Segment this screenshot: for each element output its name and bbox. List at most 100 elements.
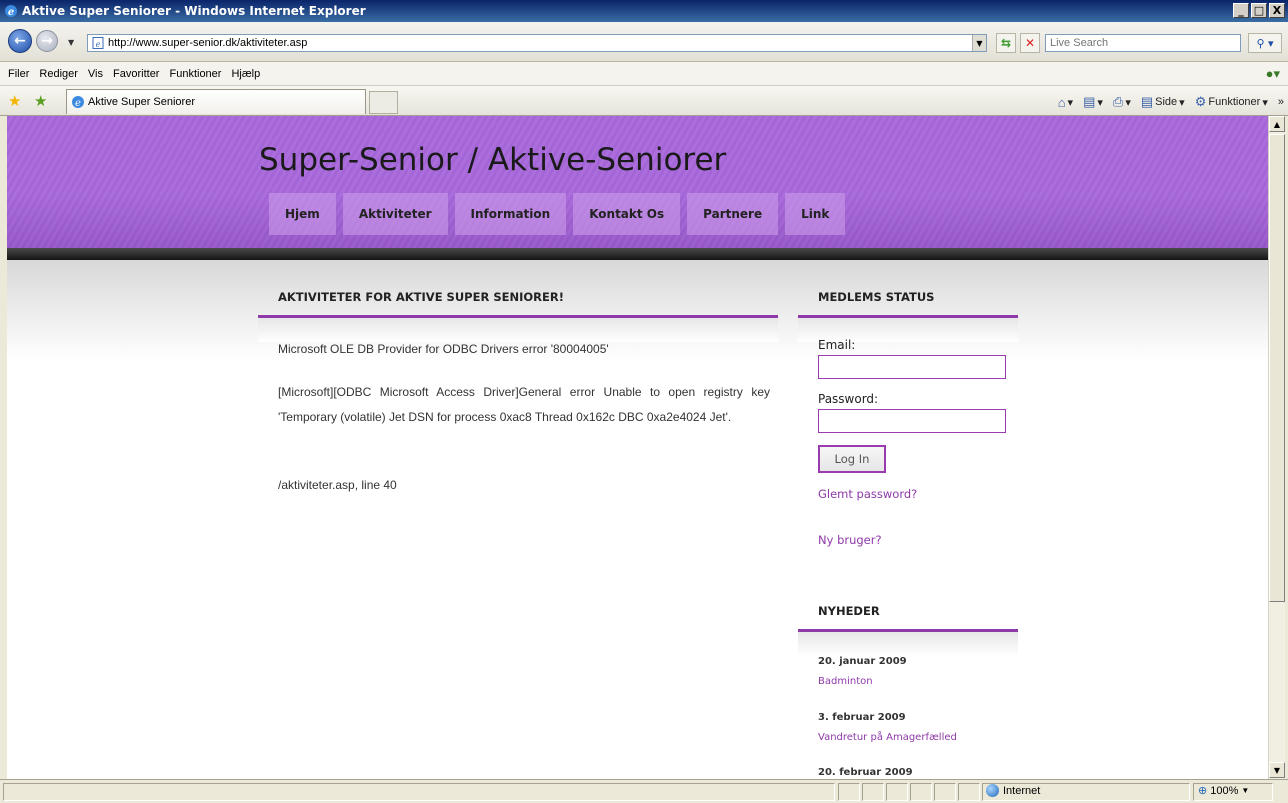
news-heading-fade (798, 632, 1018, 656)
error-detail: [Microsoft][ODBC Microsoft Access Driver… (278, 385, 770, 424)
svg-text:e: e (75, 98, 81, 109)
print-icon: ⎙ (1112, 94, 1124, 109)
recent-pages-dropdown-icon[interactable]: ▼ (68, 38, 74, 47)
member-status-heading: MEDLEMS STATUS (818, 290, 935, 304)
zoom-level: 100% (1210, 784, 1239, 797)
menu-view[interactable]: Vis (83, 68, 108, 80)
feeds-button[interactable]: ▤ ▾ (1083, 94, 1103, 110)
news-date: 20. januar 2009 (818, 656, 907, 667)
news-heading: NYHEDER (818, 604, 880, 618)
menu-edit[interactable]: Rediger (34, 68, 83, 80)
password-label: Password: (818, 392, 879, 406)
address-dropdown-icon[interactable]: ▼ (972, 35, 986, 51)
search-button[interactable]: ⚲ ▾ (1248, 33, 1282, 53)
nav-home[interactable]: Hjem (269, 193, 336, 235)
stop-button[interactable]: ✕ (1020, 33, 1040, 53)
gear-icon: ⚙ (1194, 94, 1207, 109)
zoom-control[interactable]: ⊕ 100% ▼ (1198, 784, 1250, 798)
site-nav: Hjem Aktiviteter Information Kontakt Os … (269, 193, 846, 235)
tab-current[interactable]: e Aktive Super Seniorer (66, 89, 366, 114)
news-title-link[interactable]: Vandretur på Amagerfælled (818, 732, 957, 743)
menu-help[interactable]: Hjælp (226, 68, 265, 80)
email-label: Email: (818, 338, 856, 352)
page-icon: e (92, 37, 104, 49)
windows-live-toolbar-icon[interactable]: ●▾ (1266, 66, 1280, 82)
zoom-dropdown-icon: ▼ (1241, 786, 1250, 795)
menu-favorites[interactable]: Favoritter (108, 68, 164, 80)
globe-icon (986, 784, 999, 797)
page-menu-icon: ▤ (1140, 94, 1154, 109)
add-favorite-icon[interactable]: ★ (34, 92, 47, 110)
ie-icon: e (4, 4, 18, 18)
nav-activities[interactable]: Aktiviteter (342, 193, 448, 235)
error-title: Microsoft OLE DB Provider for ODBC Drive… (278, 342, 609, 356)
status-segment (934, 783, 956, 801)
status-segment (958, 783, 980, 801)
login-button[interactable]: Log In (818, 445, 886, 473)
refresh-button[interactable]: ⇆ (996, 33, 1016, 53)
search-icon: ⚲ ▾ (1256, 36, 1274, 50)
email-field[interactable] (818, 355, 1006, 379)
favorites-center-icon[interactable]: ★ (8, 92, 21, 110)
favorites-bar: ★ ★ e Aktive Super Seniorer ⌂ ▾ ▤ ▾ ⎙ ▾ ▤ Si… (0, 86, 1288, 116)
status-segment (838, 783, 860, 801)
status-segment (910, 783, 932, 801)
forward-button[interactable]: → (36, 30, 58, 52)
scroll-up-icon[interactable]: ▲ (1269, 116, 1285, 132)
svg-text:e: e (8, 7, 14, 18)
scroll-down-icon[interactable]: ▼ (1269, 762, 1285, 778)
home-icon: ⌂ (1057, 94, 1066, 110)
scroll-thumb[interactable] (1269, 134, 1285, 602)
rss-icon: ▤ (1083, 94, 1096, 109)
page-viewport: Super-Senior / Aktive-Seniorer Hjem Akti… (7, 116, 1268, 779)
home-button[interactable]: ⌂ ▾ (1058, 95, 1073, 110)
nav-contact[interactable]: Kontakt Os (573, 193, 681, 235)
nav-information[interactable]: Information (454, 193, 567, 235)
window-title: Aktive Super Seniorer - Windows Internet… (22, 4, 366, 18)
refresh-icon: ⇆ (1000, 36, 1012, 50)
page-menu-button[interactable]: ▤ Side ▾ (1141, 94, 1185, 110)
header-divider (7, 248, 1268, 260)
menu-tools[interactable]: Funktioner (164, 68, 226, 80)
minimize-button[interactable]: _ (1233, 3, 1249, 18)
new-user-link[interactable]: Ny bruger? (818, 533, 882, 547)
close-button[interactable]: X (1269, 3, 1285, 18)
main-heading: AKTIVITETER FOR AKTIVE SUPER SENIORER! (278, 290, 564, 304)
address-field[interactable]: e http://www.super-senior.dk/aktiviteter… (87, 34, 987, 52)
site-title: Super-Senior / Aktive-Seniorer (259, 142, 727, 178)
print-button[interactable]: ⎙ ▾ (1113, 94, 1131, 110)
window-title-bar: e Aktive Super Seniorer - Windows Intern… (0, 0, 1288, 22)
tools-menu-button[interactable]: ⚙ Funktioner ▾ (1195, 94, 1268, 110)
security-zone[interactable]: Internet (986, 784, 1040, 797)
new-tab-button[interactable] (369, 91, 398, 114)
status-segment (886, 783, 908, 801)
stop-icon: ✕ (1024, 36, 1036, 50)
back-button[interactable]: ← (8, 29, 32, 53)
address-url: http://www.super-senior.dk/aktiviteter.a… (108, 37, 308, 49)
news-date: 3. februar 2009 (818, 712, 906, 723)
news-title-link[interactable]: Badminton (818, 676, 873, 687)
password-field[interactable] (818, 409, 1006, 433)
svg-text:e: e (96, 40, 101, 49)
zone-label: Internet (1003, 784, 1041, 797)
tab-label: Aktive Super Seniorer (88, 96, 195, 108)
chevron-more-icon[interactable]: » (1278, 96, 1284, 108)
error-location: /aktiviteter.asp, line 40 (278, 478, 397, 492)
forgot-password-link[interactable]: Glemt password? (818, 487, 917, 501)
address-toolbar: ← → ▼ e http://www.super-senior.dk/aktiv… (0, 22, 1288, 62)
tools-menu-label: Funktioner (1208, 96, 1261, 108)
forward-arrow-icon: → (41, 33, 53, 49)
maximize-button[interactable]: □ (1251, 3, 1267, 18)
menu-bar: Filer Rediger Vis Favoritter Funktioner … (0, 62, 1288, 86)
zoom-icon: ⊕ (1198, 785, 1208, 797)
back-arrow-icon: ← (14, 33, 26, 49)
status-segment (862, 783, 884, 801)
nav-link[interactable]: Link (785, 193, 846, 235)
status-text-area (3, 783, 835, 801)
nav-partners[interactable]: Partnere (687, 193, 779, 235)
menu-file[interactable]: Filer (3, 68, 34, 80)
page-menu-label: Side (1155, 96, 1178, 108)
tab-ie-icon: e (71, 95, 85, 109)
search-input[interactable] (1045, 34, 1241, 52)
vertical-scrollbar[interactable]: ▲ ▼ (1268, 116, 1285, 779)
